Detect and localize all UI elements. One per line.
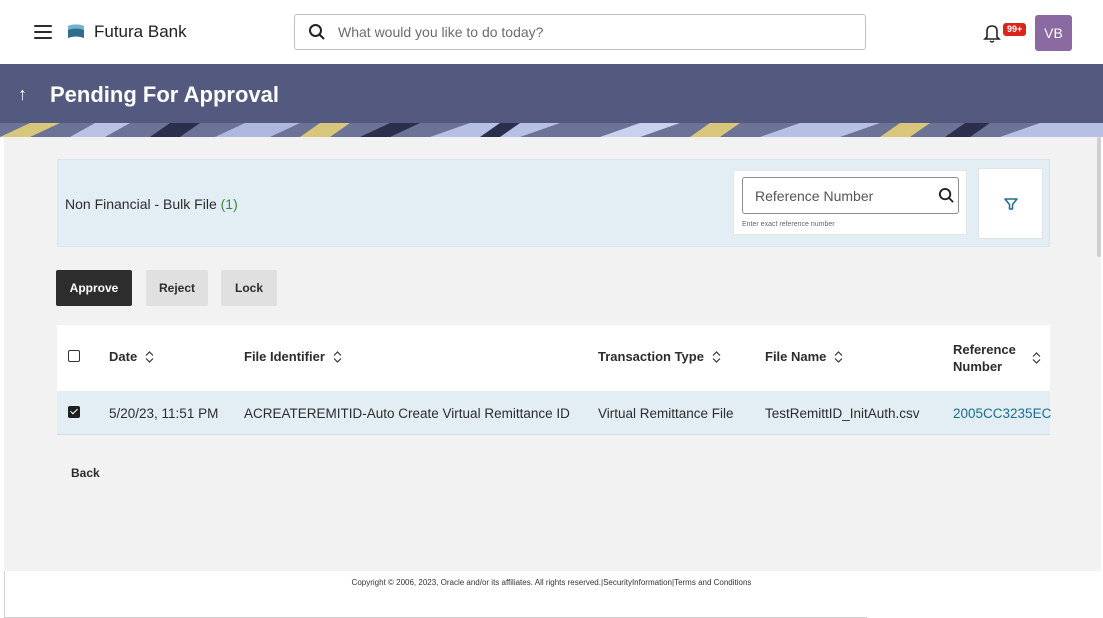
column-reference-number-label: Reference Number bbox=[953, 341, 1016, 375]
copyright-line: Copyright © 2006, 2023, Oracle and/or it… bbox=[0, 578, 1103, 587]
reject-button[interactable]: Reject bbox=[146, 270, 208, 306]
filter-button[interactable] bbox=[978, 168, 1043, 239]
sort-icon[interactable] bbox=[712, 350, 721, 363]
bank-logo-icon bbox=[68, 24, 84, 38]
approve-button[interactable]: Approve bbox=[56, 270, 132, 306]
sort-icon[interactable] bbox=[834, 350, 843, 363]
filter-icon bbox=[1003, 197, 1018, 210]
banner-pattern bbox=[0, 123, 1103, 137]
row-checkbox[interactable] bbox=[68, 406, 80, 418]
scrollbar[interactable] bbox=[1097, 137, 1101, 257]
cell-file-name: TestRemittID_InitAuth.csv bbox=[765, 406, 920, 421]
column-file-identifier-label: File Identifier bbox=[244, 349, 325, 364]
menu-icon[interactable] bbox=[34, 25, 52, 39]
search-input[interactable] bbox=[336, 23, 840, 41]
sort-icon[interactable] bbox=[1032, 352, 1041, 364]
cell-reference-number-link[interactable]: 2005CC3235EC bbox=[953, 406, 1051, 421]
search-icon bbox=[309, 24, 325, 40]
summary-count: (1) bbox=[220, 196, 238, 212]
security-information-link[interactable]: |SecurityInformation| bbox=[601, 578, 674, 587]
table-header bbox=[57, 325, 1050, 391]
column-file-name-label: File Name bbox=[765, 349, 827, 364]
summary-label: Non Financial - Bulk File (1) bbox=[65, 196, 238, 212]
back-button[interactable]: Back bbox=[71, 466, 100, 480]
page-title: Pending For Approval bbox=[50, 82, 279, 107]
avatar[interactable]: VB bbox=[1035, 15, 1072, 51]
back-arrow-icon[interactable]: ↑ bbox=[18, 84, 27, 105]
summary-label-text: Non Financial - Bulk File bbox=[65, 196, 217, 212]
search-icon[interactable] bbox=[938, 187, 955, 204]
column-date[interactable]: Date bbox=[109, 349, 154, 364]
column-reference-number-line1: Reference bbox=[953, 342, 1016, 357]
column-date-label: Date bbox=[109, 349, 138, 364]
column-transaction-type-label: Transaction Type bbox=[598, 349, 704, 364]
column-transaction-type[interactable]: Transaction Type bbox=[598, 349, 721, 364]
global-search[interactable] bbox=[294, 14, 866, 50]
bell-icon[interactable] bbox=[983, 23, 1001, 43]
sort-icon[interactable] bbox=[145, 350, 154, 363]
sort-icon[interactable] bbox=[333, 350, 342, 363]
cell-file-identifier: ACREATEREMITID-Auto Create Virtual Remit… bbox=[244, 406, 570, 421]
column-file-name[interactable]: File Name bbox=[765, 349, 843, 364]
brand[interactable]: Futura Bank bbox=[66, 22, 187, 42]
notification-badge: 99+ bbox=[1003, 23, 1027, 36]
column-file-identifier[interactable]: File Identifier bbox=[244, 349, 342, 364]
select-all-checkbox[interactable] bbox=[68, 350, 80, 362]
column-reference-number[interactable]: Reference Number bbox=[953, 341, 1041, 375]
column-reference-number-line2: Number bbox=[953, 359, 1003, 374]
cell-date: 5/20/23, 11:51 PM bbox=[109, 406, 219, 421]
terms-and-conditions-link[interactable]: Terms and Conditions bbox=[674, 578, 751, 587]
cell-transaction-type: Virtual Remittance File bbox=[598, 406, 734, 421]
reference-number-input[interactable] bbox=[753, 186, 932, 205]
reference-hint: Enter exact reference number bbox=[742, 221, 835, 228]
reference-number-field[interactable] bbox=[742, 177, 959, 214]
lock-button[interactable]: Lock bbox=[221, 270, 277, 306]
brand-name: Futura Bank bbox=[94, 22, 187, 41]
copyright-text: Copyright © 2006, 2023, Oracle and/or it… bbox=[351, 578, 601, 587]
